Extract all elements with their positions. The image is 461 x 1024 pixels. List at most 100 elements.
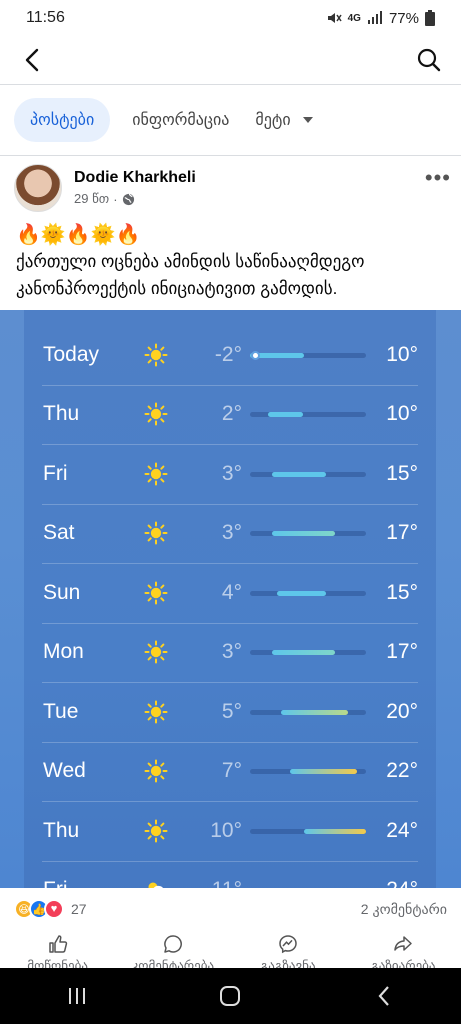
temperature-range-bar — [250, 650, 366, 656]
author-name[interactable]: Dodie Kharkheli — [74, 169, 196, 187]
forecast-day: Sun — [43, 580, 81, 604]
sun-icon — [144, 759, 168, 783]
messenger-icon — [279, 935, 297, 954]
partly-cloudy-icon — [144, 878, 168, 888]
send-button[interactable]: გაგზავნა — [231, 930, 346, 968]
comment-count[interactable]: 2 კომენტარი — [361, 901, 447, 918]
forecast-low: 3° — [221, 521, 242, 545]
forecast-row: Thu 10° 24° — [24, 801, 436, 861]
forecast-high: 17° — [386, 640, 418, 664]
forecast-high: 24° — [386, 878, 418, 888]
system-back-button[interactable] — [364, 976, 404, 1016]
avatar[interactable] — [14, 164, 62, 212]
forecast-row: Wed 7° 22° — [24, 741, 436, 802]
forecast-row: Sat 3° 17° — [24, 503, 436, 564]
temperature-range-bar — [250, 590, 366, 596]
reaction-count[interactable]: 27 — [71, 901, 87, 917]
post-emojis: 🔥🌞🔥🌞🔥 — [16, 224, 141, 246]
forecast-high: 24° — [386, 818, 418, 842]
sun-icon — [144, 819, 168, 843]
weather-forecast-card: Today -2° 10° Thu 2° 10° Fri 3° 15° Sat 3° 17° Sun 4°… — [24, 310, 436, 888]
forecast-low: 7° — [221, 759, 242, 783]
chevron-down-icon — [302, 117, 313, 123]
temperature-range-bar — [250, 471, 366, 477]
profile-tabs: პოსტები ინფორმაცია მეტი — [0, 98, 461, 142]
forecast-row: Fri 3° 15° — [24, 444, 436, 504]
search-button[interactable] — [415, 46, 443, 74]
sun-icon — [144, 343, 168, 367]
signal-icon — [367, 11, 382, 24]
temperature-range-bar — [250, 412, 366, 418]
status-icons: 4G 77% — [326, 10, 435, 27]
share-icon — [394, 936, 413, 951]
temperature-range-bar — [250, 769, 366, 775]
post-actions: მოწონება კომენტარება გაგზავნა გაზიარება — [0, 930, 461, 968]
like-icon — [48, 935, 67, 953]
temperature-range-fill — [272, 531, 335, 537]
temperature-range-fill — [272, 471, 326, 477]
battery-percent: 77% — [388, 9, 419, 27]
status-bar: 11:56 4G 77% — [0, 0, 461, 36]
sun-icon — [144, 402, 168, 426]
sun-icon — [144, 581, 168, 605]
forecast-day: Sat — [43, 521, 75, 545]
forecast-day: Thu — [43, 818, 80, 842]
temperature-range-bar — [250, 531, 366, 537]
tab-posts[interactable]: პოსტები — [14, 98, 111, 142]
post-time[interactable]: 29 წთ — [74, 191, 109, 207]
forecast-day: Wed — [43, 759, 86, 783]
sun-icon — [144, 462, 168, 486]
forecast-low: 5° — [221, 699, 242, 723]
temperature-range-bar — [250, 709, 366, 715]
tab-more[interactable]: მეტი — [251, 98, 316, 142]
chevron-left-icon — [378, 986, 389, 1006]
back-arrow-icon — [25, 48, 39, 72]
forecast-low: 11° — [212, 878, 242, 888]
forecast-row: Fri 11° 24° — [24, 860, 436, 888]
globe-icon — [122, 193, 134, 205]
temperature-range-fill — [290, 769, 358, 775]
temperature-range-fill — [267, 412, 304, 418]
post-body: ქართული ოცნება ამინდის საწინააღმდეგო კან… — [16, 252, 365, 298]
tab-info[interactable]: ინფორმაცია — [128, 98, 233, 142]
forecast-high: 15° — [386, 580, 418, 604]
love-reaction-icon: ♥ — [44, 899, 64, 919]
back-button[interactable] — [18, 46, 46, 74]
reactions-bar: 😆 👍 ♥ 27 2 კომენტარი — [0, 888, 461, 930]
sun-icon — [144, 640, 168, 664]
post-text: 🔥🌞🔥🌞🔥 ქართული ოცნება ამინდის საწინააღმდე… — [16, 222, 446, 302]
forecast-row: Tue 5° 20° — [24, 682, 436, 742]
home-button[interactable] — [210, 976, 250, 1016]
comment-button[interactable]: კომენტარება — [115, 930, 230, 968]
forecast-high: 15° — [386, 461, 418, 485]
share-button[interactable]: გაზიარება — [346, 930, 461, 968]
like-button[interactable]: მოწონება — [0, 930, 115, 968]
forecast-day: Fri — [43, 878, 68, 888]
mute-icon — [327, 13, 342, 23]
temperature-range-bar — [250, 350, 366, 360]
recent-apps-button[interactable] — [57, 976, 97, 1016]
nav-divider — [0, 84, 461, 85]
current-temperature-dot — [250, 350, 260, 360]
forecast-low: 3° — [221, 461, 242, 485]
temperature-range-fill — [281, 709, 349, 715]
post-image[interactable]: Today -2° 10° Thu 2° 10° Fri 3° 15° Sat 3° 17° Sun 4°… — [0, 310, 461, 888]
tabs-divider — [0, 155, 461, 156]
forecast-high: 20° — [386, 699, 418, 723]
android-nav-bar — [0, 968, 461, 1024]
forecast-day: Mon — [43, 640, 84, 664]
comment-icon — [164, 935, 182, 953]
network-label: 4G — [347, 12, 361, 24]
battery-icon — [425, 10, 435, 26]
sun-icon — [144, 700, 168, 724]
more-options-button[interactable]: ••• — [425, 165, 451, 191]
temperature-range-fill — [272, 650, 335, 656]
status-time: 11:56 — [26, 9, 65, 26]
forecast-day: Today — [43, 342, 100, 366]
forecast-row: Sun 4° 15° — [24, 563, 436, 623]
temperature-range-fill — [276, 590, 326, 596]
top-nav — [0, 36, 461, 84]
forecast-low: 3° — [221, 640, 242, 664]
forecast-row: Mon 3° 17° — [24, 622, 436, 683]
reaction-icons[interactable]: 😆 👍 ♥ — [14, 899, 64, 919]
